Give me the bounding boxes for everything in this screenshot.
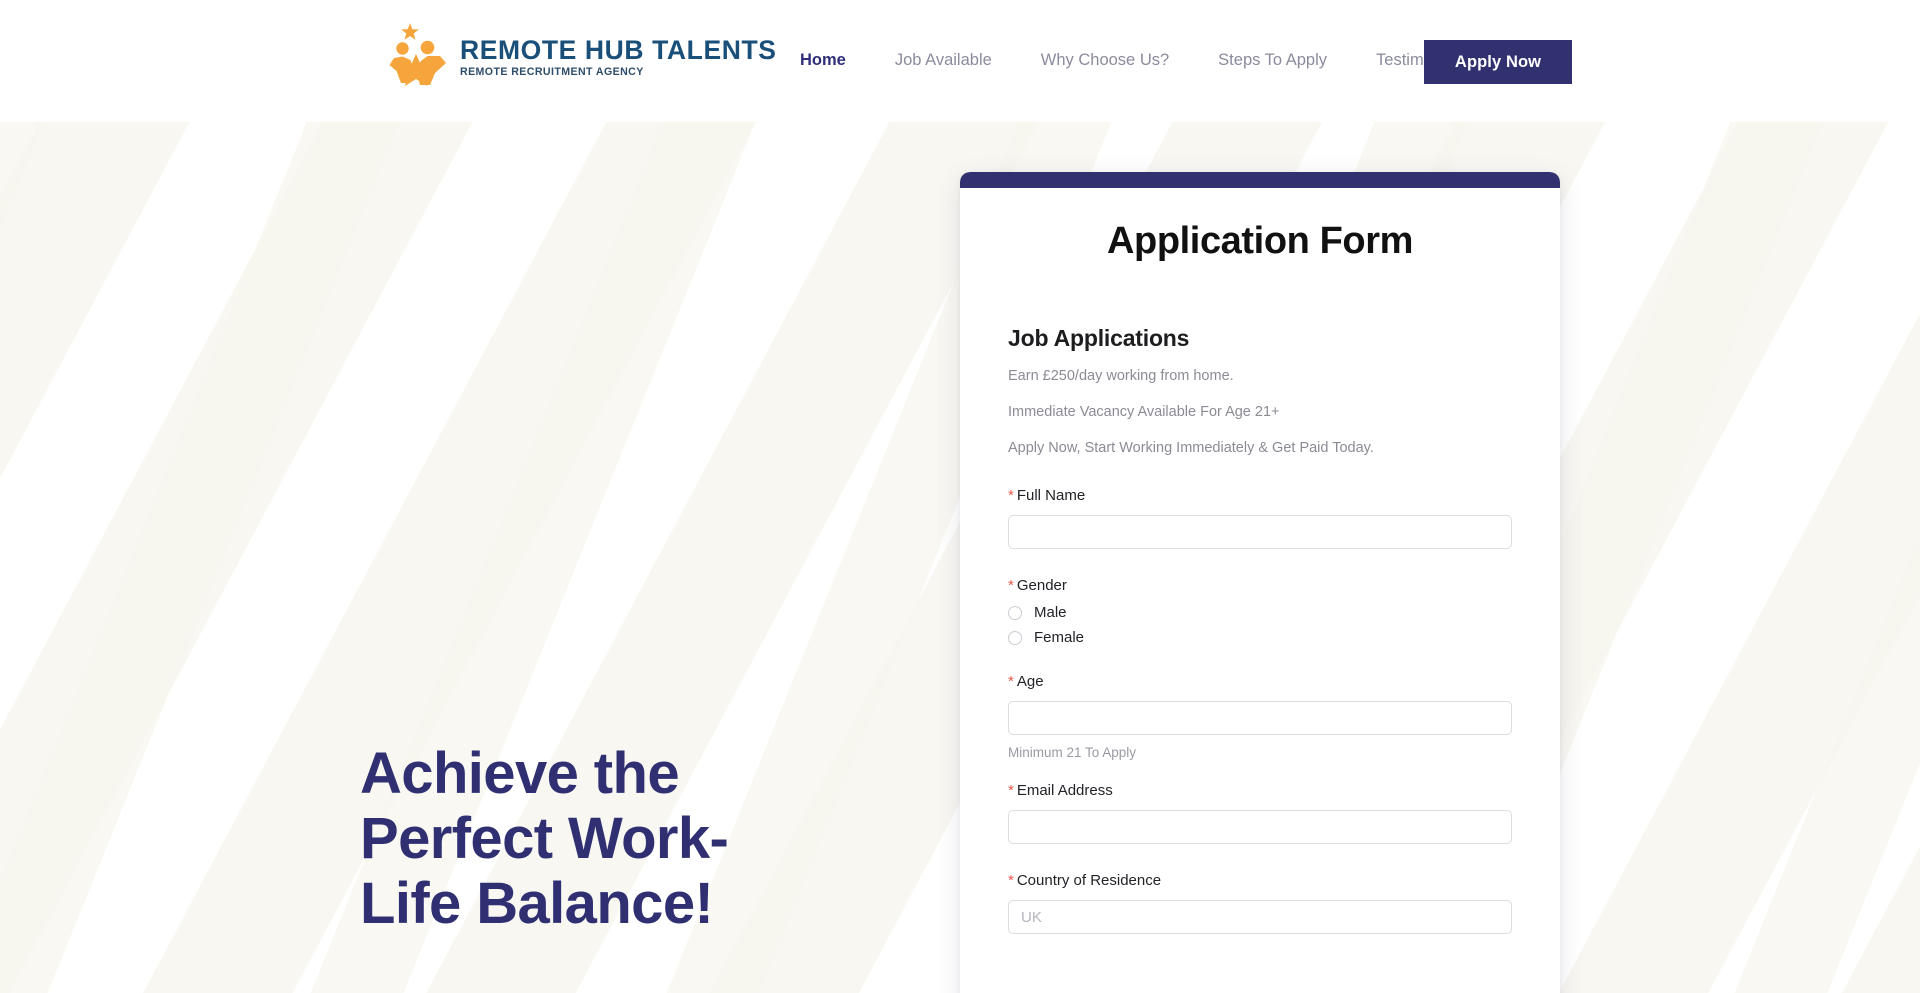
hero-title-line-3: Life Balance! xyxy=(360,870,714,936)
brand-name: REMOTE HUB TALENTS xyxy=(460,35,777,66)
hero-title-line-2: Perfect Work- xyxy=(360,805,729,871)
gender-radio-group: Male Female xyxy=(1008,605,1512,645)
country-label: * Country of Residence xyxy=(1008,872,1512,890)
field-country-of-residence: * Country of Residence xyxy=(1008,872,1512,935)
gender-option-male[interactable]: Male xyxy=(1008,605,1512,620)
field-email-address: * Email Address xyxy=(1008,782,1512,845)
gender-option-male-label: Male xyxy=(1034,604,1067,622)
required-asterisk-email: * xyxy=(1008,782,1014,800)
hero-title-line-1: Achieve the xyxy=(360,741,680,806)
age-input[interactable] xyxy=(1008,701,1512,736)
age-help-text: Minimum 21 To Apply xyxy=(1008,745,1137,761)
radio-icon-male[interactable] xyxy=(1008,605,1022,620)
email-input[interactable] xyxy=(1008,810,1512,845)
age-label-text: Age xyxy=(1016,673,1044,691)
form-card-title: Application Form xyxy=(1106,220,1414,262)
field-full-name: * Full Name xyxy=(1008,487,1512,550)
required-asterisk-gender: * xyxy=(1008,577,1014,595)
full-name-label: * Full Name xyxy=(1008,487,1512,505)
brand-logo[interactable]: REMOTE HUB TALENTS REMOTE RECRUITMENT AG… xyxy=(388,18,777,90)
gender-option-female-label: Female xyxy=(1034,629,1085,647)
age-label: * Age xyxy=(1008,673,1512,691)
nav-item-job-available[interactable]: Job Available xyxy=(895,43,992,79)
nav-item-steps-to-apply[interactable]: Steps To Apply xyxy=(1218,43,1327,79)
main-navigation: Home Job Available Why Choose Us? Steps … xyxy=(800,0,1516,122)
form-section-heading: Job Applications xyxy=(1008,325,1190,351)
people-star-icon xyxy=(389,23,446,86)
email-label-text: Email Address xyxy=(1016,782,1113,800)
hero-copy: Achieve the Perfect Work- Life Balance! xyxy=(360,741,830,963)
field-age: * Age Minimum 21 To Apply xyxy=(1008,673,1512,760)
country-input[interactable] xyxy=(1008,900,1512,935)
gender-label-text: Gender xyxy=(1016,577,1067,595)
required-asterisk-age: * xyxy=(1008,673,1014,691)
nav-item-why-choose-us[interactable]: Why Choose Us? xyxy=(1041,43,1169,79)
gender-label: * Gender xyxy=(1008,577,1512,595)
brand-tagline: REMOTE RECRUITMENT AGENCY xyxy=(460,66,644,79)
application-form-card: Application Form Job Applications Earn £… xyxy=(960,172,1560,993)
hero-title: Achieve the Perfect Work- Life Balance! xyxy=(360,741,830,937)
gender-option-female[interactable]: Female xyxy=(1008,630,1512,645)
full-name-label-text: Full Name xyxy=(1016,487,1086,505)
form-card-accent-bar xyxy=(960,172,1560,188)
required-asterisk-full-name: * xyxy=(1008,487,1014,505)
full-name-input[interactable] xyxy=(1008,515,1512,550)
required-asterisk-country: * xyxy=(1008,872,1014,890)
apply-now-button[interactable]: Apply Now xyxy=(1424,40,1572,84)
radio-icon-female[interactable] xyxy=(1008,630,1022,645)
nav-item-home[interactable]: Home xyxy=(800,43,846,79)
field-gender: * Gender Male Female xyxy=(1008,577,1512,645)
form-section-line-2: Immediate Vacancy Available For Age 21+ xyxy=(1008,403,1280,420)
site-header: REMOTE HUB TALENTS REMOTE RECRUITMENT AG… xyxy=(0,0,1920,122)
country-label-text: Country of Residence xyxy=(1016,872,1162,890)
form-section-line-3: Apply Now, Start Working Immediately & G… xyxy=(1008,439,1374,456)
form-section-line-1: Earn £250/day working from home. xyxy=(1008,368,1234,384)
form-body: Job Applications Earn £250/day working f… xyxy=(960,325,1560,935)
email-label: * Email Address xyxy=(1008,782,1512,800)
